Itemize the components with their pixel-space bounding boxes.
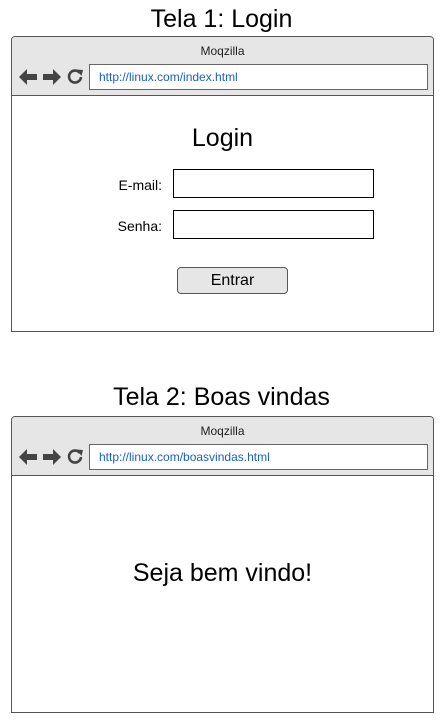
screen-title-welcome: Tela 2: Boas vindas <box>113 383 330 411</box>
window-title: Moqzilla <box>200 424 245 438</box>
screen-title-login: Tela 1: Login <box>150 5 293 33</box>
password-field[interactable] <box>173 210 374 239</box>
arrow-left-icon <box>19 69 37 85</box>
browser-window-welcome: Moqzilla http://linux.com/boasvindas.htm… <box>11 416 434 713</box>
address-bar[interactable]: http://linux.com/index.html <box>89 64 428 90</box>
address-bar[interactable]: http://linux.com/boasvindas.html <box>89 444 428 470</box>
login-heading: Login <box>191 124 254 152</box>
arrow-left-icon <box>19 449 37 465</box>
arrow-right-icon <box>43 449 61 465</box>
welcome-message: Seja bem vindo! <box>132 559 313 587</box>
login-submit-button[interactable]: Entrar <box>177 267 288 294</box>
email-field[interactable] <box>173 169 374 198</box>
browser-toolbar: Moqzilla http://linux.com/boasvindas.htm… <box>12 417 433 476</box>
email-label: E-mail: <box>118 177 162 193</box>
forward-button[interactable] <box>41 446 63 468</box>
forward-button[interactable] <box>41 66 63 88</box>
window-title: Moqzilla <box>200 44 245 58</box>
reload-button[interactable] <box>64 66 86 88</box>
browser-toolbar: Moqzilla http://linux.com/index.html <box>12 37 433 96</box>
browser-window-login: Moqzilla http://linux.com/index.html Log… <box>11 36 434 332</box>
back-button[interactable] <box>17 446 39 468</box>
arrow-right-icon <box>43 69 61 85</box>
password-label: Senha: <box>117 218 162 234</box>
reload-button[interactable] <box>64 446 86 468</box>
back-button[interactable] <box>17 66 39 88</box>
reload-icon <box>67 69 83 84</box>
reload-icon <box>67 449 83 464</box>
